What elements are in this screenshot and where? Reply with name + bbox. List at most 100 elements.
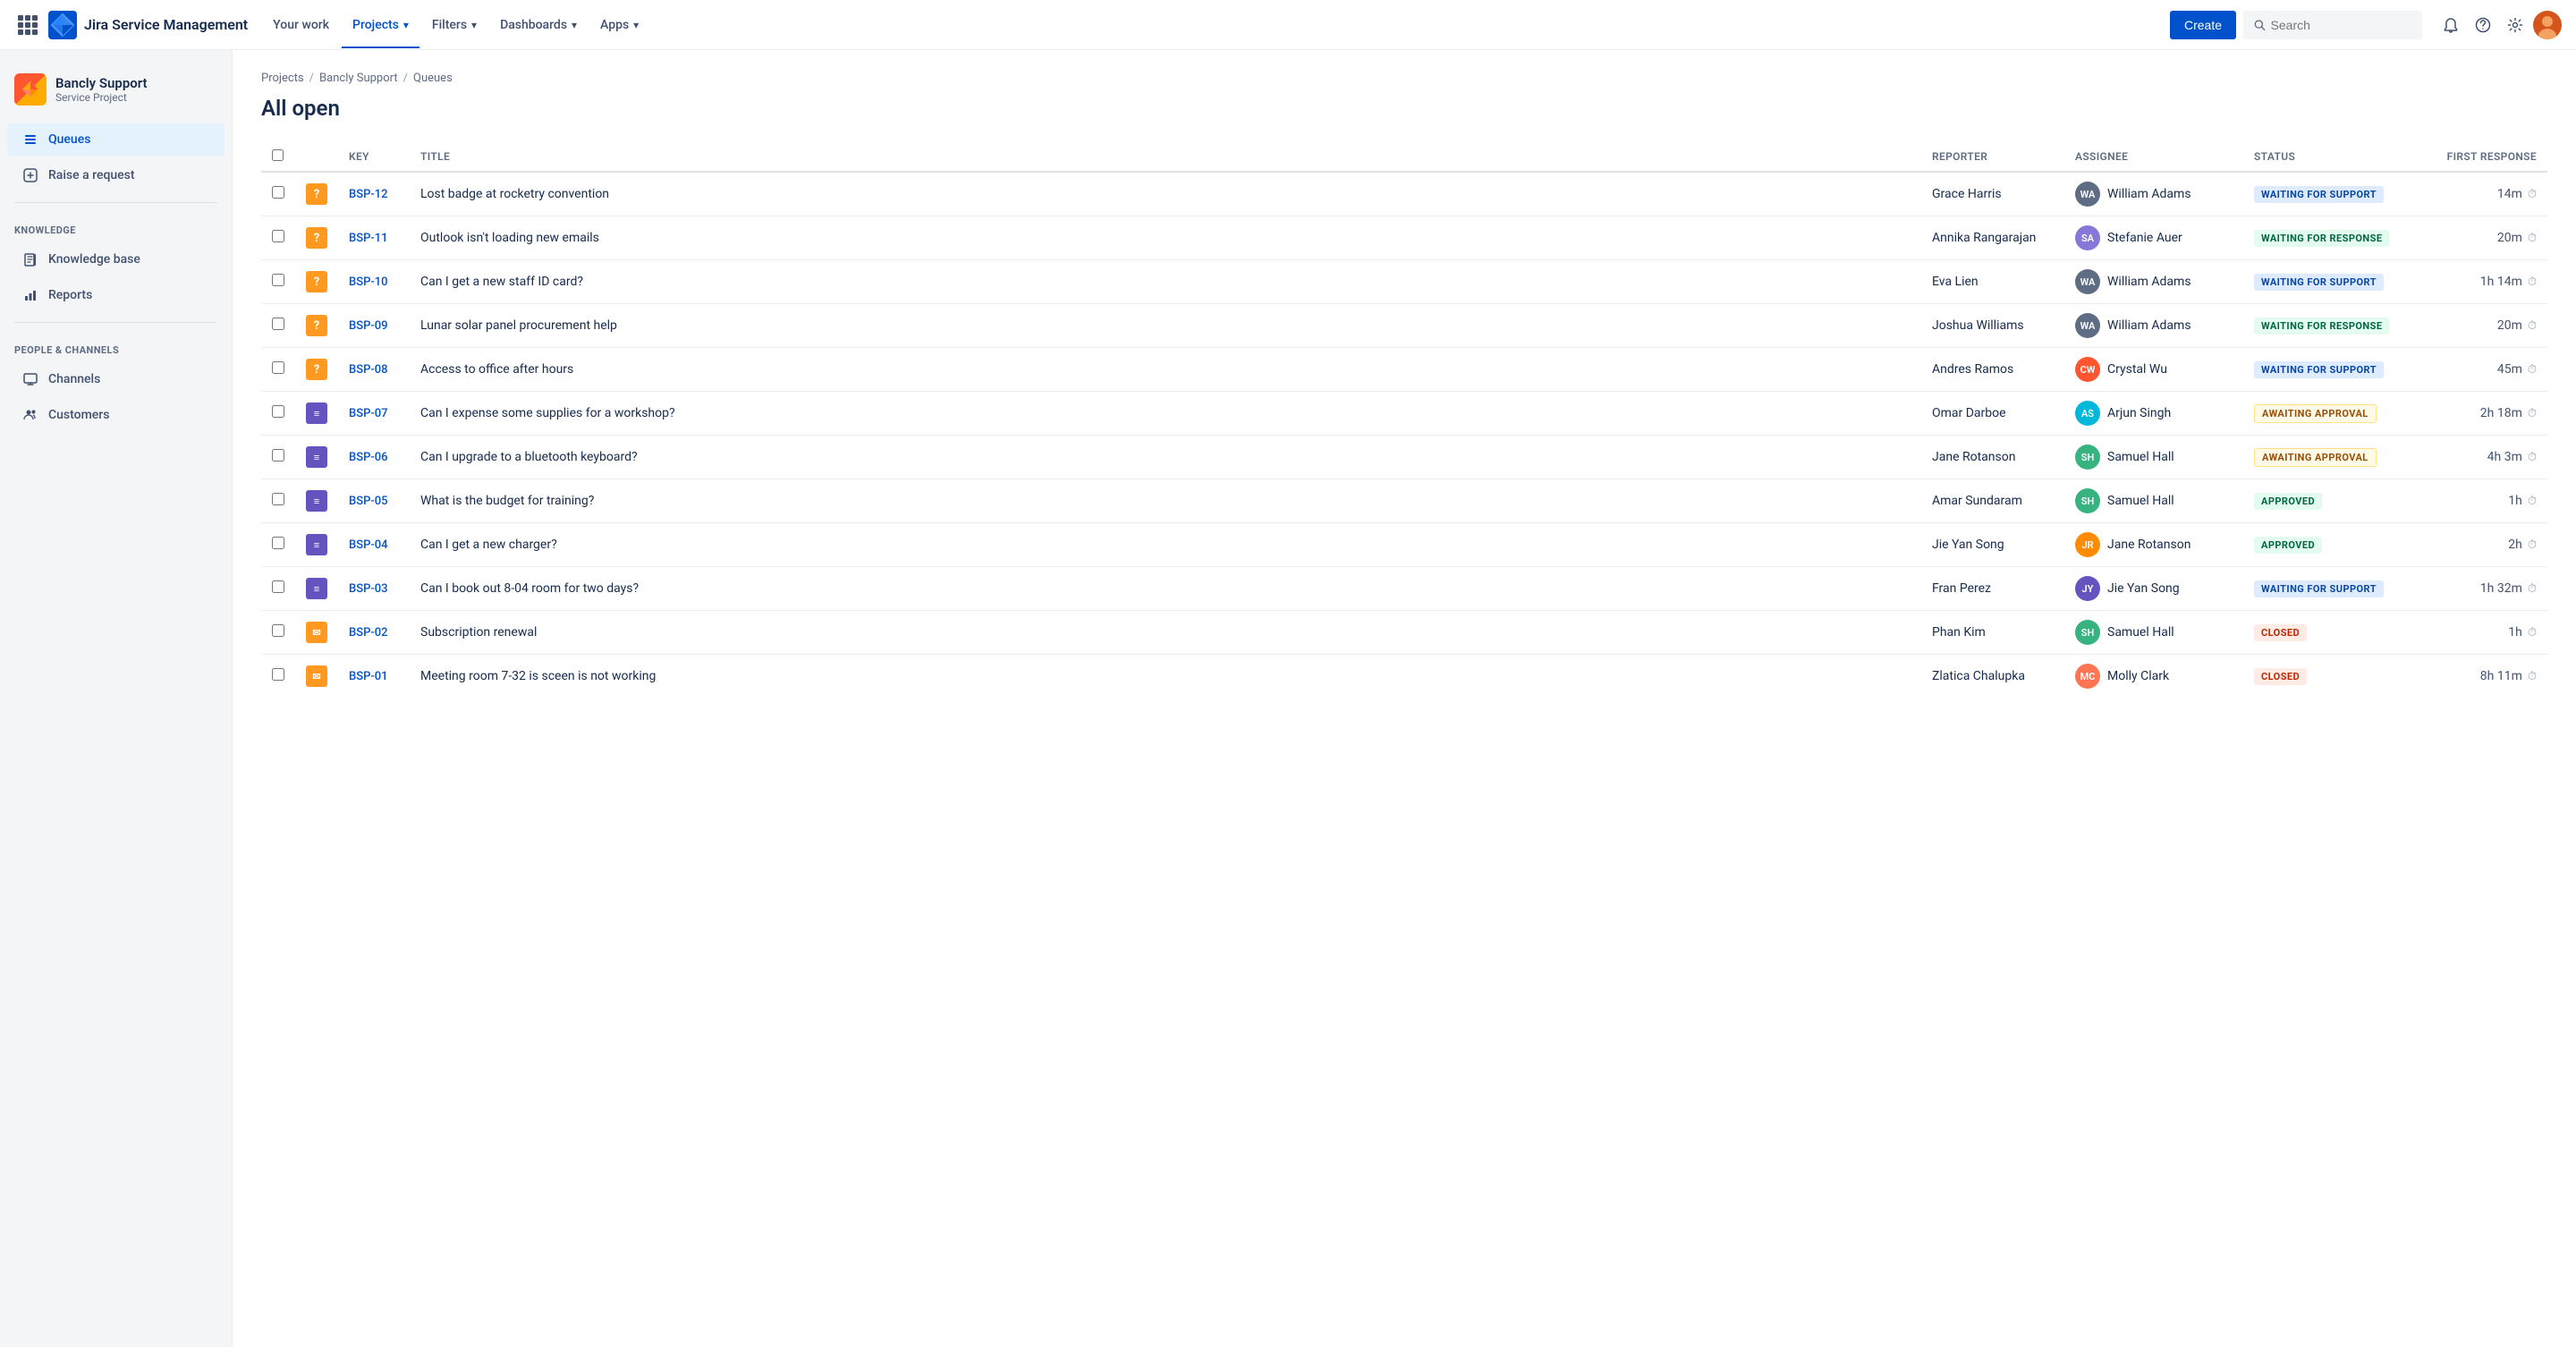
sidebar-item-reports[interactable]: Reports [7,279,225,311]
status-badge: WAITING FOR SUPPORT [2254,361,2384,378]
nav-apps[interactable]: Apps ▾ [589,11,649,39]
issue-title: Can I upgrade to a bluetooth keyboard? [410,436,1921,479]
row-checkbox[interactable] [272,230,284,242]
bar-chart-icon [21,286,39,304]
issue-key-link[interactable]: BSP-02 [349,626,388,640]
row-checkbox[interactable] [272,580,284,593]
clock-icon: ⏱ [2528,363,2537,377]
col-header-status[interactable]: Status [2243,142,2422,172]
assignee-name: Arjun Singh [2107,406,2171,420]
project-name: Bancly Support [55,75,148,91]
issue-key-link[interactable]: BSP-08 [349,363,388,377]
assignee-cell: SH Samuel Hall [2075,488,2233,513]
assignee-avatar: SA [2075,225,2100,250]
sidebar-item-raise-request[interactable]: Raise a request [7,159,225,191]
breadcrumb-projects[interactable]: Projects [261,72,304,85]
type-badge: ? [306,227,327,249]
search-icon [2254,19,2266,31]
waffle-menu[interactable] [14,12,41,38]
status-badge: APPROVED [2254,537,2322,554]
row-checkbox[interactable] [272,318,284,330]
sidebar-item-knowledge-base[interactable]: Knowledge base [7,243,225,275]
table-row: ≡BSP-05What is the budget for training?A… [261,479,2547,523]
nav-your-work[interactable]: Your work [262,11,340,39]
col-header-response[interactable]: First response [2422,142,2547,172]
row-checkbox[interactable] [272,624,284,637]
reporter-name: Eva Lien [1921,260,2064,304]
issue-key-link[interactable]: BSP-07 [349,407,388,420]
row-checkbox[interactable] [272,405,284,418]
issue-title: What is the budget for training? [410,479,1921,523]
settings-button[interactable] [2501,11,2529,39]
user-avatar[interactable] [2533,11,2562,39]
response-time: 1h 14m ⏱ [2433,275,2537,289]
assignee-avatar: JR [2075,532,2100,557]
people-channels-section-header: People & Channels [0,334,232,360]
breadcrumb-queues[interactable]: Queues [413,72,453,85]
response-time: 2h 18m ⏱ [2433,406,2537,420]
issue-key-link[interactable]: BSP-06 [349,451,388,464]
issue-key-link[interactable]: BSP-03 [349,582,388,596]
app-logo[interactable]: Jira Service Management [48,11,248,39]
nav-projects[interactable]: Projects ▾ [342,11,419,39]
row-checkbox[interactable] [272,493,284,505]
sidebar-item-queues[interactable]: Queues [7,123,225,156]
table-row: ?BSP-09Lunar solar panel procurement hel… [261,304,2547,348]
nav-dashboards[interactable]: Dashboards ▾ [489,11,588,39]
sidebar-item-label: Channels [48,372,100,386]
issue-key-link[interactable]: BSP-05 [349,495,388,508]
notifications-button[interactable] [2436,11,2465,39]
issue-title: Can I expense some supplies for a worksh… [410,392,1921,436]
table-row: ?BSP-08Access to office after hoursAndre… [261,348,2547,392]
issue-title: Lost badge at rocketry convention [410,172,1921,216]
reporter-name: Phan Kim [1921,611,2064,655]
sidebar-item-customers[interactable]: Customers [7,399,225,431]
create-button[interactable]: Create [2170,11,2236,39]
select-all-checkbox[interactable] [272,149,284,161]
row-checkbox[interactable] [272,361,284,374]
assignee-avatar: WA [2075,182,2100,207]
issue-key-link[interactable]: BSP-09 [349,319,388,333]
row-checkbox[interactable] [272,186,284,199]
breadcrumb-bancly-support[interactable]: Bancly Support [319,72,398,85]
sidebar-item-channels[interactable]: Channels [7,363,225,395]
issue-key-link[interactable]: BSP-04 [349,538,388,552]
search-box[interactable] [2243,11,2422,39]
issue-title: Lunar solar panel procurement help [410,304,1921,348]
row-checkbox[interactable] [272,449,284,462]
sidebar-divider [14,202,217,203]
row-checkbox[interactable] [272,274,284,286]
assignee-avatar: SH [2075,620,2100,645]
page-title: All open [261,96,2547,121]
col-header-assignee[interactable]: Assignee [2064,142,2243,172]
col-header-key[interactable]: Key [338,142,410,172]
response-time: 1h ⏱ [2433,625,2537,640]
issue-key-link[interactable]: BSP-10 [349,275,388,289]
issue-key-link[interactable]: BSP-11 [349,232,388,245]
assignee-cell: SA Stefanie Auer [2075,225,2233,250]
reporter-name: Grace Harris [1921,172,2064,216]
reporter-name: Amar Sundaram [1921,479,2064,523]
col-header-type [295,142,338,172]
status-badge: WAITING FOR SUPPORT [2254,186,2384,203]
col-header-check [261,142,295,172]
clock-icon: ⏱ [2528,670,2537,683]
row-checkbox[interactable] [272,537,284,549]
status-badge: APPROVED [2254,493,2322,510]
type-badge: ? [306,183,327,205]
topnav: Jira Service Management Your work Projec… [0,0,2576,50]
status-badge: AWAITING APPROVAL [2254,404,2377,423]
issue-key-link[interactable]: BSP-01 [349,670,388,683]
search-input[interactable] [2271,18,2411,32]
assignee-avatar: SH [2075,445,2100,470]
chevron-down-icon: ▾ [631,19,639,31]
help-button[interactable] [2469,11,2497,39]
type-badge: ✉ [306,665,327,687]
col-header-reporter[interactable]: Reporter [1921,142,2064,172]
issue-key-link[interactable]: BSP-12 [349,188,388,201]
row-checkbox[interactable] [272,668,284,681]
table-row: ≡BSP-03Can I book out 8-04 room for two … [261,567,2547,611]
col-header-title[interactable]: Title [410,142,1921,172]
status-badge: WAITING FOR SUPPORT [2254,580,2384,597]
nav-filters[interactable]: Filters ▾ [421,11,487,39]
